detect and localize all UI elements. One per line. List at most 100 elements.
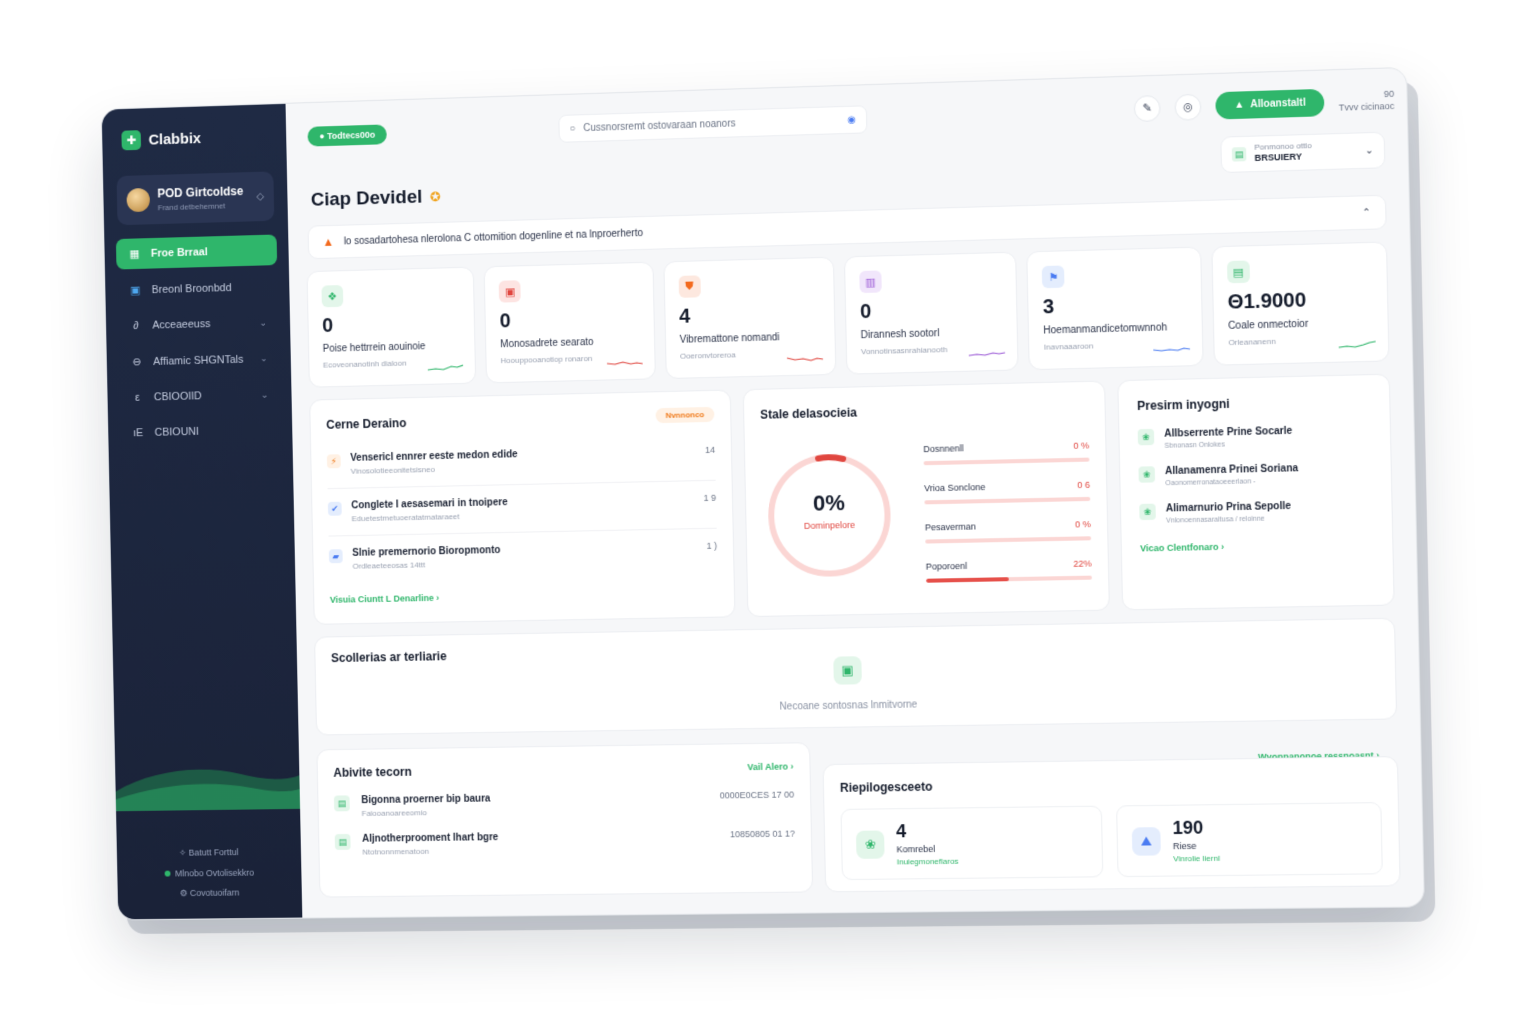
stat-card[interactable]: ▣ 0 Monosadrete searato Hoouppooanotiop …	[483, 261, 656, 384]
stat-label: Monosadrete searato	[500, 336, 594, 351]
brand-name: Clabbix	[148, 129, 202, 149]
stat-card[interactable]: ▥ 0 Dirannesh sootorl Vonnotinsasnrahian…	[843, 251, 1019, 375]
summary-label: Komrebel	[896, 843, 936, 855]
card-title: Presirm inyogni	[1137, 396, 1230, 414]
shield-icon: ⊖	[132, 356, 142, 369]
summary-card: Riepilogesceeto ❀ 4 Komrebel Inuiegmonef…	[822, 756, 1401, 893]
tasks-badge[interactable]: Nvnnonco	[655, 406, 715, 424]
sidebar-item-folder[interactable]: ε CBIOOIID ⌄	[119, 380, 280, 413]
plant-icon: ❀	[1137, 428, 1155, 446]
sparkline	[787, 352, 823, 363]
settings-icon[interactable]: ◇	[256, 191, 264, 202]
task-row[interactable]: ▰ Slnie premernorio Bioropmonto Ordleaet…	[328, 529, 718, 583]
stat-value: 3	[1042, 295, 1055, 319]
bar-row: Dosnnenll 0 %	[923, 440, 1090, 466]
view-all-priority-link[interactable]: Vicao Clentfonaro ›	[1140, 539, 1374, 554]
stat-value: 0	[322, 314, 334, 337]
view-all-activity-link[interactable]: Vail Alero ›	[747, 761, 793, 772]
stat-value: 0	[859, 300, 872, 324]
alert-box-icon: ▣	[498, 280, 522, 303]
empty-message: Necoane sontosnas lnmitvorne	[779, 699, 918, 713]
book-icon: ▣	[130, 284, 141, 297]
avatar	[126, 187, 151, 213]
lightning-icon: ⚡	[326, 454, 341, 469]
list-item[interactable]: ❀ Allanamenra Prinei Soriana Oaonomerrona…	[1138, 462, 1372, 488]
task-count: 1 9	[703, 492, 717, 503]
document-icon: ▤	[333, 795, 350, 812]
sidebar-nav: ▦ Froe Brraal ▣ Breonl Broonbdd ∂ Acceae…	[104, 234, 292, 448]
summary-tile[interactable]: ❀ 4 Komrebel Inuiegmoneflaros	[840, 805, 1104, 881]
stat-label: Hoemanmandicetomwnnoh	[1043, 322, 1168, 337]
chevron-down-icon: ⌄	[1364, 144, 1374, 157]
sidebar-item-access[interactable]: ∂ Acceaeeuss ⌄	[117, 308, 278, 342]
calendar-icon: ▤	[1231, 147, 1247, 162]
sidebar-item-label: Affiamic SHGNTals	[153, 353, 244, 368]
card-title: Stale delasocieia	[760, 405, 858, 422]
plant-icon: ❀	[1138, 466, 1156, 483]
brand[interactable]: ✚ Clabbix	[102, 104, 287, 169]
sidebar-wave-decoration	[115, 768, 301, 812]
stat-label: Coale onmectoior	[1227, 318, 1309, 332]
check-icon: ✔	[327, 501, 342, 516]
version-label: ⚙ Covotuoifarn	[179, 887, 240, 899]
folder-icon: ε	[134, 391, 140, 404]
sidebar-item-chart[interactable]: ıE CBIOUNI	[120, 415, 281, 448]
tasks-card: Cerne Deraino Nvnnonco ⚡ Vensericl ennre…	[309, 389, 736, 625]
empty-state-card: Scollerias ar terliarie ▣ Necoane sontos…	[314, 617, 1398, 736]
dashboard-window: ✚ Clabbix POD Girtcoldse Frand detbehemn…	[100, 66, 1425, 921]
plant-icon: ❀	[855, 829, 885, 859]
bar-row: Vrioa Sonclone 0 6	[924, 480, 1091, 505]
list-item[interactable]: ❀ Alimarnurio Prina Sepolle Vnlonoennasar…	[1139, 499, 1373, 525]
task-count: 14	[704, 444, 716, 456]
list-item[interactable]: ❀ Allbserrente Prine Socarle Sbnonasn Onl…	[1137, 424, 1372, 451]
sparkline	[969, 348, 1006, 359]
profile-card[interactable]: POD Girtcoldse Frand detbehemnet ◇	[116, 171, 275, 226]
stat-card[interactable]: ▤ Θ1.9000 Coale onmectoior Orleananenn	[1210, 241, 1390, 366]
stat-card[interactable]: ❖ 0 Poise hettrrein aouinoie Ecoveonanot…	[306, 266, 477, 388]
task-row[interactable]: ✔ Conglete I aesasemari in tnoipere Edue…	[327, 480, 717, 537]
online-dot-icon	[164, 870, 171, 877]
task-row[interactable]: ⚡ Vensericl ennrer eeste medon edide Vin…	[326, 432, 716, 490]
settings-icon[interactable]: ◎	[1174, 93, 1202, 121]
activity-row[interactable]: ▤ Bigonna proerner bip baura Faiooanoaree…	[333, 789, 795, 818]
summary-tile[interactable]: ⛰ 190 Riese Vinrolie liernl	[1116, 802, 1383, 878]
collapse-icon[interactable]: ⌃	[1362, 207, 1371, 218]
summary-value: 190	[1172, 817, 1204, 839]
verified-badge-icon: ✪	[429, 189, 441, 205]
car-icon: ▰	[328, 549, 343, 564]
summary-sub: Inuiegmoneflaros	[896, 856, 959, 867]
sidebar-item-label: CBIOUNI	[154, 425, 200, 439]
plant-icon: ❀	[1139, 503, 1156, 521]
activity-meta: 10850805 01 1?	[729, 828, 796, 840]
warning-icon: ▲	[322, 234, 335, 249]
sidebar-item-dashboard[interactable]: ▦ Froe Brraal	[115, 234, 278, 270]
document-icon: ▤	[334, 833, 351, 850]
profile-name: POD Girtcoldse	[157, 184, 244, 201]
view-all-tasks-link[interactable]: Visuia Ciuntt L Denarline ›	[330, 588, 718, 605]
status-pill[interactable]: ● Todtecs00o	[307, 124, 388, 147]
bar-row: Pesaverman 0 %	[925, 519, 1092, 544]
summary-sub: Vinrolie liernl	[1173, 853, 1220, 864]
edit-icon[interactable]: ✎	[1133, 94, 1161, 122]
activity-card: Abivite tecorn Vail Alero › ▤ Bigonna pr…	[316, 742, 814, 898]
sidebar-item-book[interactable]: ▣ Breonl Broonbdd	[117, 271, 278, 306]
search-icon: ○	[569, 122, 576, 135]
activity-row[interactable]: ▤ Aljnotherprooment lhart bgre Ntotnonnme…	[334, 828, 796, 857]
stat-card[interactable]: ⚑ 3 Hoemanmandicetomwnnoh Inavnaaaroon	[1026, 246, 1204, 371]
stat-label: Dirannesh sootorl	[860, 328, 940, 342]
user-menu[interactable]: 90 Tvvv cicinaoc	[1338, 88, 1395, 113]
stat-card[interactable]: ⛊ 4 Vibremattone nomandi Ooeronvtoreroa	[663, 256, 837, 380]
help-link[interactable]: ✧ Batutt Forttul	[117, 846, 301, 859]
sidebar-item-security[interactable]: ⊖ Affiamic SHGNTals ⌄	[118, 343, 279, 378]
voice-search-icon[interactable]: ◉	[847, 114, 856, 125]
summary-label: Riese	[1172, 840, 1197, 852]
stat-label: Vibremattone nomandi	[679, 332, 780, 346]
search-input[interactable]: ○ Cussnorsremt ostovaraan noanors ◉	[558, 105, 868, 143]
primary-action-button[interactable]: ▲ Alloanstaltl	[1215, 88, 1325, 120]
workspace-selector[interactable]: ▤ Ponmonoo ottlo BRSUIERY ⌄	[1220, 131, 1386, 174]
status-bars: Dosnnenll 0 % Vrioa Sonclone 0 6 Pesaverma…	[923, 440, 1092, 600]
card-title: Abivite tecorn	[333, 764, 412, 780]
stage: ✚ Clabbix POD Girtcoldse Frand detbehemn…	[0, 0, 1536, 1024]
stat-value: 0	[499, 310, 511, 333]
alert-text: lo sosadartohesa nlerolona C ottomition …	[343, 227, 644, 247]
